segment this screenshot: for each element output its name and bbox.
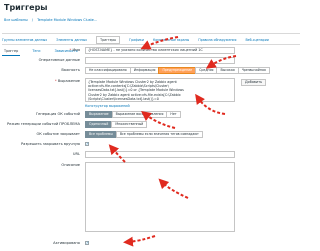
arrow-to-description (158, 178, 189, 199)
arrow-to-severity (205, 55, 237, 69)
arrow-to-ok-event (141, 110, 176, 129)
annotation-arrows (108, 36, 237, 247)
arrow-to-manual-close (108, 144, 126, 163)
arrow-to-name (140, 36, 179, 50)
arrow-to-expression (195, 93, 226, 115)
arrow-to-enabled (123, 235, 156, 247)
